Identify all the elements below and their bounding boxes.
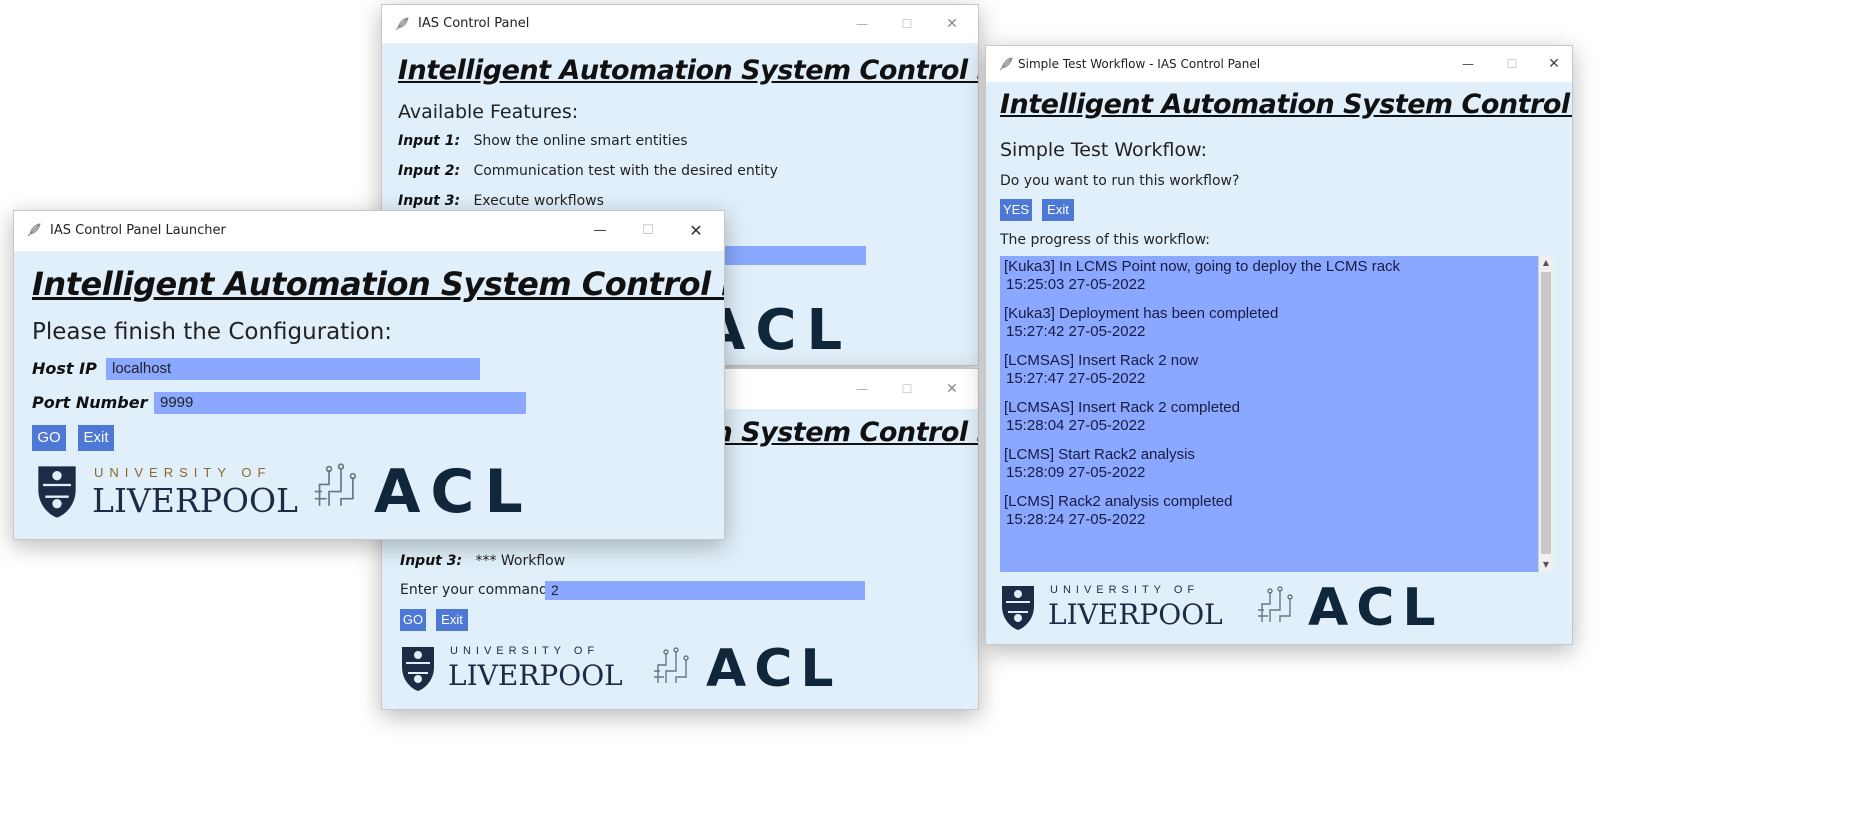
close-button[interactable]: ✕ bbox=[932, 5, 972, 43]
progress-log[interactable]: [Kuka3] In LCMS Point now, going to depl… bbox=[1000, 256, 1553, 572]
acl-logo-text: ACL bbox=[706, 639, 842, 699]
minimize-button[interactable]: — bbox=[842, 369, 882, 409]
maximize-button[interactable]: ☐ bbox=[887, 369, 927, 409]
maximize-button[interactable]: ☐ bbox=[887, 5, 927, 43]
log-timestamp: 15:27:42 27-05-2022 bbox=[1006, 323, 1146, 340]
feather-app-icon bbox=[26, 222, 42, 242]
log-timestamp: 15:28:24 27-05-2022 bbox=[1006, 511, 1146, 528]
liverpool-text: LIVERPOOL bbox=[1048, 598, 1223, 631]
page-title: Intelligent Automation System Control Pa… bbox=[398, 55, 978, 86]
progress-label: The progress of this workflow: bbox=[1000, 232, 1210, 248]
close-button[interactable]: ✕ bbox=[932, 369, 972, 409]
list-item: [LCMSAS] Insert Rack 2 now 15:27:47 27-05… bbox=[1000, 352, 1553, 388]
feature-item-text: Execute workflows bbox=[473, 193, 604, 209]
title-bar[interactable]: IAS Control Panel Launcher — ☐ ✕ bbox=[14, 211, 724, 251]
minimize-button[interactable]: — bbox=[1448, 46, 1488, 82]
feature-item-label: Input 3: bbox=[398, 193, 461, 209]
exit-button[interactable]: Exit bbox=[78, 425, 114, 451]
university-of-text: UNIVERSITY OF bbox=[1050, 584, 1200, 596]
acl-circuit-icon bbox=[1254, 586, 1296, 632]
acl-circuit-icon bbox=[310, 463, 360, 517]
maximize-button[interactable]: ☐ bbox=[628, 211, 668, 251]
feature-item: Input 2: Communication test with the des… bbox=[398, 163, 778, 179]
feature-item-label: Input 2: bbox=[398, 163, 461, 179]
logo-row: UNIVERSITY OF LIVERPOOL ACL bbox=[400, 641, 834, 701]
command-input[interactable]: 2 bbox=[545, 581, 865, 600]
minimize-button[interactable]: — bbox=[842, 5, 882, 43]
feature-item: Input 3: Execute workflows bbox=[398, 193, 604, 209]
log-message: [LCMS] Rack2 analysis completed bbox=[1004, 493, 1233, 510]
log-timestamp: 15:25:03 27-05-2022 bbox=[1006, 276, 1146, 293]
command-field[interactable] bbox=[712, 246, 866, 265]
liverpool-crest-icon bbox=[400, 645, 436, 697]
config-subheading: Please finish the Configuration: bbox=[32, 319, 393, 345]
log-message: [Kuka3] Deployment has been completed bbox=[1004, 305, 1279, 322]
exit-button[interactable]: Exit bbox=[1042, 199, 1074, 221]
port-number-label: Port Number bbox=[32, 393, 148, 412]
window-title: Simple Test Workflow - IAS Control Panel bbox=[1018, 57, 1261, 71]
host-ip-input[interactable]: localhost bbox=[106, 358, 480, 380]
workflow-window: Simple Test Workflow - IAS Control Panel… bbox=[985, 45, 1573, 645]
log-timestamp: 15:28:04 27-05-2022 bbox=[1006, 417, 1146, 434]
page-title: Intelligent Automation System Control Pa… bbox=[32, 265, 724, 303]
window-title: IAS Control Panel bbox=[418, 16, 530, 31]
close-button[interactable]: ✕ bbox=[1536, 46, 1572, 82]
scroll-down-arrow-icon[interactable]: ▼ bbox=[1539, 558, 1553, 572]
log-message: [LCMSAS] Insert Rack 2 now bbox=[1004, 352, 1199, 369]
scroll-up-arrow-icon[interactable]: ▲ bbox=[1539, 256, 1553, 270]
list-item: [Kuka3] In LCMS Point now, going to depl… bbox=[1000, 258, 1553, 294]
page-title: Intelligent Automation System Control Pa… bbox=[1000, 89, 1572, 120]
close-button[interactable]: ✕ bbox=[676, 211, 716, 251]
features-subheading: Available Features: bbox=[398, 101, 579, 123]
liverpool-crest-icon bbox=[36, 463, 78, 525]
list-item: [Kuka3] Deployment has been completed 15:… bbox=[1000, 305, 1553, 341]
liverpool-crest-icon bbox=[1000, 584, 1036, 636]
title-bar[interactable]: Simple Test Workflow - IAS Control Panel… bbox=[986, 46, 1572, 82]
log-message: [LCMSAS] Insert Rack 2 completed bbox=[1004, 399, 1240, 416]
yes-button[interactable]: YES bbox=[1000, 199, 1032, 221]
acl-logo-text: ACL bbox=[1308, 578, 1444, 638]
liverpool-text: LIVERPOOL bbox=[92, 481, 298, 520]
feature-item: Input 1: Show the online smart entities bbox=[398, 133, 688, 149]
run-question: Do you want to run this workflow? bbox=[1000, 173, 1240, 189]
log-timestamp: 15:27:47 27-05-2022 bbox=[1006, 370, 1146, 387]
scroll-thumb[interactable] bbox=[1541, 272, 1551, 554]
list-item: [LCMS] Rack2 analysis completed 15:28:24 … bbox=[1000, 493, 1553, 529]
feature-item-text: Show the online smart entities bbox=[473, 133, 688, 149]
acl-logo-text: ACL bbox=[374, 457, 533, 527]
list-item: [LCMS] Start Rack2 analysis 15:28:09 27-0… bbox=[1000, 446, 1553, 482]
log-message: [LCMS] Start Rack2 analysis bbox=[1004, 446, 1195, 463]
go-button[interactable]: GO bbox=[400, 609, 426, 631]
logo-row: UNIVERSITY OF LIVERPOOL ACL bbox=[36, 457, 536, 531]
minimize-button[interactable]: — bbox=[580, 211, 620, 251]
university-of-text: UNIVERSITY OF bbox=[94, 465, 272, 480]
logo-row: UNIVERSITY OF LIVERPOOL ACL bbox=[1000, 580, 1440, 640]
feature-item: Input 3: *** Workflow bbox=[400, 553, 565, 569]
feature-item-label: Input 3: bbox=[400, 553, 463, 569]
host-ip-label: Host IP bbox=[32, 359, 97, 378]
port-number-input[interactable]: 9999 bbox=[154, 392, 526, 414]
list-item: [LCMSAS] Insert Rack 2 completed 15:28:04… bbox=[1000, 399, 1553, 435]
liverpool-text: LIVERPOOL bbox=[448, 659, 623, 692]
window-title: IAS Control Panel Launcher bbox=[50, 223, 226, 238]
exit-button[interactable]: Exit bbox=[436, 609, 468, 631]
command-label: Enter your command bbox=[400, 582, 548, 598]
feature-item-text: Communication test with the desired enti… bbox=[473, 163, 778, 179]
go-button[interactable]: GO bbox=[32, 425, 66, 451]
title-bar[interactable]: IAS Control Panel — ☐ ✕ bbox=[382, 5, 978, 43]
feather-app-icon bbox=[394, 16, 410, 36]
university-of-text: UNIVERSITY OF bbox=[450, 645, 600, 657]
log-timestamp: 15:28:09 27-05-2022 bbox=[1006, 464, 1146, 481]
launcher-window: IAS Control Panel Launcher — ☐ ✕ Intelli… bbox=[13, 210, 725, 540]
acl-circuit-icon bbox=[650, 647, 692, 693]
feature-item-text: *** Workflow bbox=[475, 553, 566, 569]
log-scrollbar[interactable]: ▲ ▼ bbox=[1538, 256, 1553, 572]
log-message: [Kuka3] In LCMS Point now, going to depl… bbox=[1004, 258, 1401, 275]
workflow-subheading: Simple Test Workflow: bbox=[1000, 139, 1207, 161]
feather-app-icon bbox=[998, 56, 1014, 76]
feature-item-label: Input 1: bbox=[398, 133, 461, 149]
maximize-button[interactable]: ☐ bbox=[1492, 46, 1532, 82]
